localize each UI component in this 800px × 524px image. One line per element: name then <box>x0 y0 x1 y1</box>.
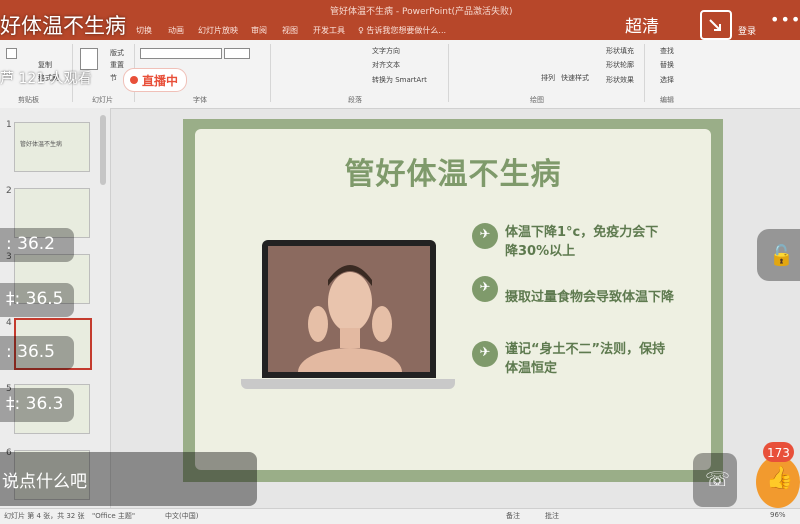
bullet-1-line2: 降30%以上 <box>505 244 576 259</box>
danmaku-text: ‡: 36.5 <box>6 289 64 309</box>
bullet-1: 体温下降1°c，免疫力会下 降30%以上 <box>505 223 658 261</box>
like-count-badge: 173 <box>763 442 794 462</box>
cast-glyph-icon <box>709 19 721 31</box>
shape-outline-button[interactable]: 形状轮廓 <box>606 60 634 70</box>
live-badge: 直播中 <box>123 68 187 92</box>
layout-button[interactable]: 版式 <box>110 48 124 58</box>
danmaku-text: : 36.2 <box>6 234 55 254</box>
login-button[interactable]: 登录 <box>738 24 756 37</box>
zoom-level[interactable]: 96% <box>770 511 786 519</box>
danmaku-text: ‡: 36.3 <box>6 394 64 414</box>
tab-view[interactable]: 视图 <box>282 25 298 36</box>
bullet-3-line1: 谨记“身土不二”法则，保持 <box>505 342 666 357</box>
group-paragraph: 段落 <box>348 96 362 104</box>
thumbs-up-icon: 👍 <box>766 466 794 491</box>
lock-icon: 🔓 <box>769 243 794 267</box>
phone-icon: ☏ <box>705 467 731 491</box>
notes-button[interactable]: 备注 <box>506 511 520 521</box>
font-name-select[interactable] <box>140 48 222 59</box>
shape-effects-button[interactable]: 形状效果 <box>606 75 634 85</box>
danmaku-text: : 36.5 <box>6 342 55 362</box>
laptop-base <box>241 379 455 389</box>
live-label: 直播中 <box>142 74 179 88</box>
group-clipboard: 剪贴板 <box>18 96 39 104</box>
window-title: 管好体温不生病 - PowerPoint(产品激活失败) <box>330 7 513 17</box>
bullet-2: 摄取过量食物会导致体温下降 <box>505 288 674 307</box>
tab-animations[interactable]: 动画 <box>168 25 184 36</box>
slide-counter: 幻灯片 第 4 张，共 32 张 <box>4 512 85 520</box>
bullet-3: 谨记“身土不二”法则，保持 体温恒定 <box>505 340 665 378</box>
bullet-2-line1: 摄取过量食物会导致体温下降 <box>505 290 675 305</box>
thumb-number: 1 <box>6 120 12 130</box>
tab-review[interactable]: 审阅 <box>251 25 267 36</box>
like-count: 173 <box>767 446 790 460</box>
tab-slideshow[interactable]: 幻灯片放映 <box>198 25 238 36</box>
language: 中文(中国) <box>165 512 199 520</box>
group-drawing: 绘图 <box>530 96 544 104</box>
align-text-button[interactable]: 对齐文本 <box>372 60 400 70</box>
woman-portrait-illustration <box>268 246 430 396</box>
danmaku-chip: : 36.5 <box>0 336 74 370</box>
bullet-3-line2: 体温恒定 <box>505 361 558 376</box>
slide-thumbnail[interactable]: 管好体温不生病 <box>14 122 90 172</box>
rocket-icon: ✈ <box>472 341 498 367</box>
portrait-image <box>268 246 430 396</box>
reset-button[interactable]: 重置 <box>110 60 124 70</box>
smartart-button[interactable]: 转换为 SmartArt <box>372 75 427 85</box>
group-font: 字体 <box>193 96 207 104</box>
comment-placeholder: 说点什么吧 <box>2 472 87 492</box>
rocket-icon: ✈ <box>472 223 498 249</box>
viewer-count: 芦 121 人观看 <box>0 71 92 87</box>
group-slides: 幻灯片 <box>92 96 113 104</box>
thumb-number: 4 <box>6 318 12 328</box>
cut-icon[interactable] <box>6 48 17 59</box>
danmaku-chip: : 36.2 <box>0 228 74 262</box>
danmaku-chip: ‡: 36.3 <box>0 388 74 422</box>
more-icon[interactable]: ••• <box>770 10 800 29</box>
slide-title: 管好体温不生病 <box>344 157 562 192</box>
lock-screen-button[interactable]: 🔓 <box>757 229 800 281</box>
comment-input[interactable]: 说点什么吧 <box>0 452 257 506</box>
theme-name: "Office 主题" <box>92 512 136 520</box>
live-dot-icon <box>130 76 138 84</box>
status-bar: 幻灯片 第 4 张，共 32 张 "Office 主题" 中文(中国) 备注 批… <box>0 508 800 524</box>
text-direction-button[interactable]: 文字方向 <box>372 46 400 56</box>
ribbon: 复制 格式刷 剪贴板 版式 重置 节 幻灯片 字体 文字方向 对齐文本 转换为 … <box>0 40 800 109</box>
cast-icon[interactable] <box>700 10 732 40</box>
comments-button[interactable]: 批注 <box>545 511 559 521</box>
select-button[interactable]: 选择 <box>660 75 674 85</box>
stream-title: 好体温不生病 <box>0 14 126 38</box>
thumb-title: 管好体温不生病 <box>20 141 63 148</box>
quality-button[interactable]: 超清 <box>625 12 659 37</box>
thumb-number: 2 <box>6 186 12 196</box>
font-size-select[interactable] <box>224 48 250 59</box>
section-button[interactable]: 节 <box>110 73 117 83</box>
new-slide-icon[interactable] <box>80 48 98 70</box>
shape-fill-button[interactable]: 形状填充 <box>606 46 634 56</box>
arrange-button[interactable]: 排列 <box>541 73 555 83</box>
voice-call-button[interactable]: ☏ <box>693 453 737 507</box>
group-editing: 编辑 <box>660 96 674 104</box>
tab-transitions[interactable]: 切换 <box>136 25 152 36</box>
bullet-1-line1: 体温下降1°c，免疫力会下 <box>505 225 659 240</box>
tell-me-search[interactable]: ♀ 告诉我您想要做什么... <box>358 25 446 36</box>
quick-styles-button[interactable]: 快速样式 <box>561 73 589 83</box>
tab-developer[interactable]: 开发工具 <box>313 25 345 36</box>
like-button[interactable]: 👍 <box>756 456 800 508</box>
thumbnail-scrollbar[interactable] <box>100 115 106 185</box>
replace-button[interactable]: 替换 <box>660 60 674 70</box>
danmaku-chip: ‡: 36.5 <box>0 283 74 317</box>
rocket-icon: ✈ <box>472 276 498 302</box>
find-button[interactable]: 查找 <box>660 46 674 56</box>
